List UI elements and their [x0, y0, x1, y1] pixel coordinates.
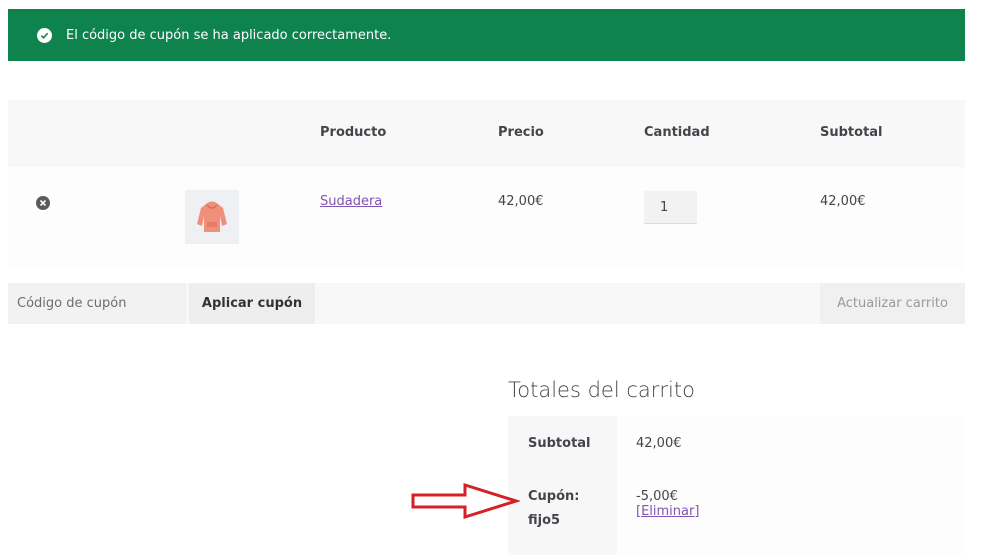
update-cart-button[interactable]: Actualizar carrito	[820, 283, 965, 324]
annotation-arrow-icon	[411, 482, 520, 520]
coupon-value-wrap: -5,00€ [Eliminar]	[636, 489, 699, 519]
cart-totals-title: Totales del carrito	[508, 378, 695, 402]
check-circle-icon	[37, 27, 52, 43]
product-price: 42,00€	[498, 194, 544, 209]
remove-item-icon[interactable]	[36, 196, 50, 210]
product-name[interactable]: Sudadera	[320, 194, 382, 209]
remove-coupon-link[interactable]: [Eliminar]	[636, 504, 699, 519]
cart-table-header: Producto Precio Cantidad Subtotal	[8, 100, 965, 167]
totals-subtotal-label: Subtotal	[508, 416, 617, 470]
coupon-discount-value: -5,00€	[636, 489, 678, 504]
header-quantity: Cantidad	[644, 125, 710, 140]
coupon-success-notice: El código de cupón se ha aplicado correc…	[8, 9, 965, 61]
header-subtotal: Subtotal	[820, 125, 883, 140]
totals-subtotal-value: 42,00€	[617, 416, 963, 470]
coupon-code: fijo5	[528, 513, 561, 528]
cart-totals-table: Subtotal 42,00€ Cupón: fijo5 -5,00€ [Eli…	[508, 416, 963, 555]
cart-table: Producto Precio Cantidad Subtotal Sudade…	[8, 100, 965, 270]
product-subtotal: 42,00€	[820, 194, 866, 209]
totals-coupon-value-cell: -5,00€ [Eliminar]	[617, 470, 963, 555]
product-thumbnail[interactable]	[185, 190, 239, 244]
header-price: Precio	[498, 125, 544, 140]
totals-coupon-label-cell: Cupón: fijo5	[508, 470, 617, 555]
totals-subtotal-row: Subtotal 42,00€	[508, 416, 963, 470]
product-name-link[interactable]: Sudadera	[320, 194, 382, 209]
apply-coupon-button[interactable]: Aplicar cupón	[189, 283, 315, 324]
coupon-label: Cupón:	[528, 489, 580, 504]
header-product: Producto	[320, 125, 387, 140]
cart-actions: Aplicar cupón Actualizar carrito	[8, 283, 965, 324]
notice-message: El código de cupón se ha aplicado correc…	[66, 27, 392, 43]
table-row: Sudadera 42,00€ 42,00€	[8, 167, 965, 270]
totals-coupon-row: Cupón: fijo5 -5,00€ [Eliminar]	[508, 470, 963, 555]
quantity-input[interactable]	[644, 191, 697, 224]
coupon-code-input[interactable]	[8, 283, 186, 324]
